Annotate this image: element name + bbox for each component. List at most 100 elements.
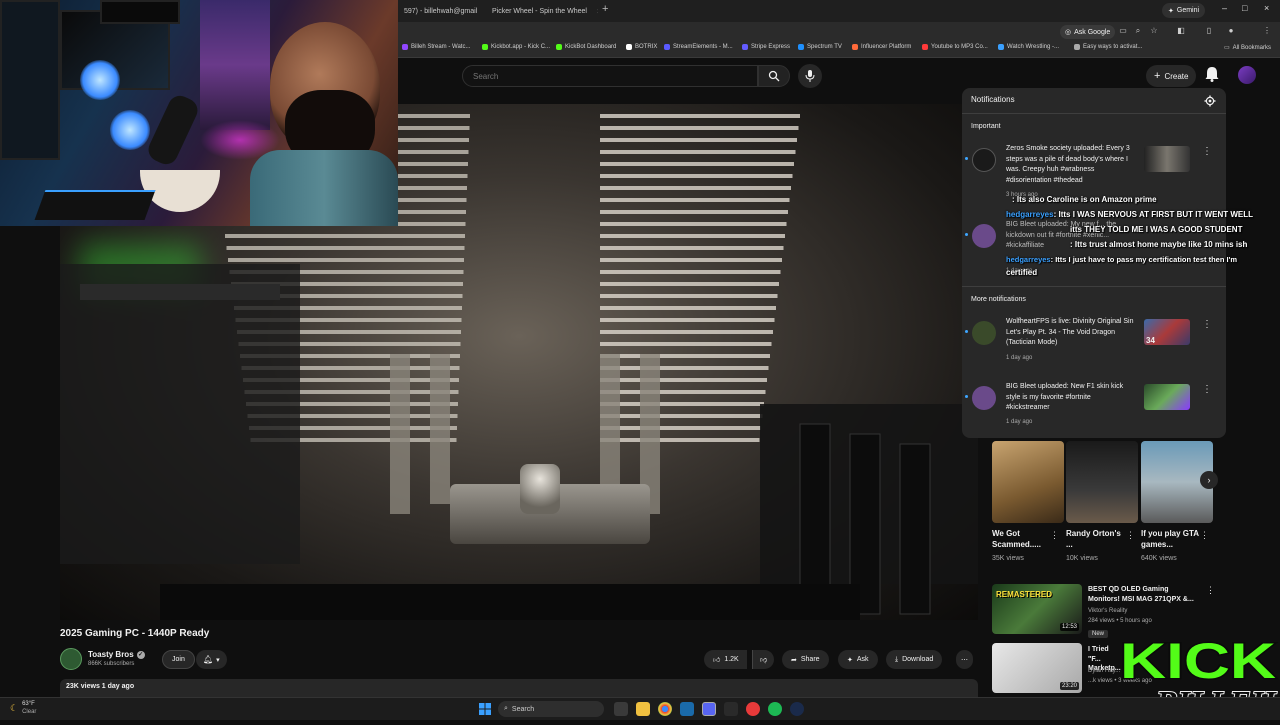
short-title[interactable]: If you play GTA games... — [1141, 528, 1201, 550]
unread-dot — [965, 157, 968, 160]
create-label: Create — [1164, 71, 1189, 81]
bookmark-favicon-icon — [1074, 44, 1080, 50]
weather-widget[interactable]: ☾ 63°F Clear — [10, 700, 36, 716]
google-lens-icon: ◎ — [1065, 29, 1072, 36]
more-vert-icon[interactable]: ⋮ — [1050, 530, 1059, 541]
bookmark-favicon-icon — [852, 44, 858, 50]
spotify-icon[interactable] — [768, 702, 782, 716]
bookmark-item[interactable]: Easy ways to activat... — [1074, 44, 1142, 50]
chrome-icon[interactable] — [658, 702, 672, 716]
heatsink-fin — [226, 246, 465, 250]
shorts-next-button[interactable]: › — [1200, 471, 1218, 489]
more-vert-icon[interactable]: ⋮ — [1200, 530, 1209, 541]
recommendation-title[interactable]: BEST QD OLED Gaming Monitors! MSI MAG 27… — [1088, 585, 1202, 604]
bookmark-favicon-icon — [556, 44, 562, 50]
file-explorer-icon[interactable] — [636, 702, 650, 716]
moon-icon: ☾ — [10, 703, 19, 713]
windows-start-icon[interactable] — [478, 702, 492, 716]
bookmark-item[interactable]: Watch Wrestling -... — [998, 44, 1059, 50]
channel-avatar[interactable] — [60, 648, 82, 670]
more-vert-icon[interactable]: ⋮ — [1206, 585, 1215, 596]
more-actions-button[interactable]: ⋯ — [956, 650, 973, 669]
recommendation-thumbnail[interactable]: REMASTERED 12:53 — [992, 584, 1082, 634]
cast-icon[interactable]: ▭ — [1118, 26, 1128, 36]
notifications-button[interactable] — [1205, 66, 1219, 87]
subscribe-bell-button[interactable]: 🔔︎ ▾ — [196, 650, 227, 669]
channel-name[interactable]: Toasty Bros ✓ — [88, 650, 145, 659]
taskbar-search[interactable]: ⌕ Search — [498, 701, 604, 717]
dislike-button[interactable]: 👎︎ — [752, 650, 775, 669]
bookmark-item[interactable]: BOTRIX — [626, 44, 657, 50]
short-thumbnail[interactable] — [1066, 441, 1138, 523]
kick-wordmark: KICK — [1120, 633, 1276, 689]
section-important: Important — [971, 123, 1001, 130]
zoom-icon[interactable]: ⌕ — [1133, 26, 1143, 36]
profile-icon[interactable]: ● — [1226, 26, 1236, 36]
unread-dot — [965, 395, 968, 398]
notification-settings-button[interactable] — [1204, 94, 1216, 112]
chrome-menu-icon[interactable]: ⋮ — [1262, 26, 1272, 36]
gear-icon — [1204, 95, 1216, 107]
search-button[interactable] — [758, 65, 790, 87]
capcut-icon[interactable] — [680, 702, 694, 716]
sidebar-icon[interactable]: ▯ — [1204, 26, 1214, 36]
create-button[interactable]: + Create — [1146, 65, 1197, 87]
notification-thumbnail: 34 — [1144, 319, 1190, 345]
short-thumbnail[interactable] — [992, 441, 1064, 523]
gemini-button[interactable]: ✦ Gemini — [1162, 3, 1206, 18]
bookmark-star-icon[interactable]: ☆ — [1149, 26, 1159, 36]
heatsink-fin — [225, 234, 465, 238]
more-vert-icon[interactable]: ⋮ — [1126, 530, 1135, 541]
video-description-box[interactable]: 23K views 1 day ago — [60, 679, 978, 697]
channel-avatar — [972, 148, 996, 172]
more-vert-icon[interactable]: ⋮ — [1202, 146, 1212, 157]
more-vert-icon[interactable]: ⋮ — [1202, 384, 1212, 395]
download-button[interactable]: ⤓ Download — [886, 650, 943, 669]
minimize-button[interactable]: – — [1222, 3, 1227, 13]
discord-icon[interactable] — [702, 702, 716, 716]
short-title[interactable]: Randy Orton's ... — [1066, 528, 1126, 550]
obs-icon[interactable] — [746, 702, 760, 716]
share-button[interactable]: ➦ Share — [782, 650, 829, 669]
short-views: 10K views — [1066, 555, 1098, 562]
task-view-icon[interactable] — [614, 702, 628, 716]
steam-icon[interactable] — [790, 702, 804, 716]
search-input[interactable] — [463, 66, 757, 87]
bookmark-item[interactable]: Kickbot.app - Kick C... — [482, 44, 550, 50]
bookmark-item[interactable]: Stripe Express — [742, 44, 790, 50]
notification-item[interactable]: WolfheartFPS is live: Divinity Original … — [962, 313, 1226, 373]
like-button[interactable]: 👍︎ 1.2K — [704, 650, 747, 669]
join-button[interactable]: Join — [162, 650, 195, 669]
maximize-button[interactable]: □ — [1242, 3, 1247, 13]
bookmark-favicon-icon — [482, 44, 488, 50]
bookmark-item[interactable]: Spectrum TV — [798, 44, 842, 50]
browser-tab-picker-wheel[interactable]: Picker Wheel - Spin the Wheel × — [482, 3, 598, 19]
short-title[interactable]: We Got Scammed..... — [992, 528, 1052, 550]
more-vert-icon[interactable]: ⋮ — [1202, 319, 1212, 330]
like-count: 1.2K — [724, 656, 739, 663]
bookmark-item[interactable]: Billeh Stream - Watc... — [402, 44, 470, 50]
ask-google-button[interactable]: ◎ Ask Google — [1060, 25, 1116, 39]
account-avatar[interactable] — [1238, 66, 1256, 84]
new-tab-button[interactable]: + — [602, 3, 608, 15]
chat-line: hedgarreyes: Itts I WAS NERVOUS AT FIRST… — [1006, 210, 1253, 219]
sparkle-icon: ✦ — [847, 656, 853, 664]
tab-close-icon[interactable]: × — [597, 7, 598, 16]
terminal-icon[interactable] — [724, 702, 738, 716]
bookmark-item[interactable]: KickBot Dashboard — [556, 44, 616, 50]
recommendation-thumbnail[interactable]: 23:20 — [992, 643, 1082, 693]
browser-tab-gmail[interactable]: 597) - billehwah@gmail × — [398, 3, 482, 19]
bookmark-item[interactable]: StreamElements - M... — [664, 44, 733, 50]
all-bookmarks-folder[interactable]: ▭ All Bookmarks — [1224, 44, 1271, 52]
ask-button[interactable]: ✦ Ask — [838, 650, 878, 669]
bell-icon — [1205, 67, 1219, 82]
notification-item[interactable]: BIG Bleet uploaded: New F1 skin kick sty… — [962, 378, 1226, 438]
extensions-icon[interactable]: ◧ — [1176, 26, 1186, 36]
notification-item[interactable]: Zeros Smoke society uploaded: Every 3 st… — [962, 140, 1226, 200]
voice-search-button[interactable] — [798, 64, 822, 88]
channel-avatar — [972, 224, 996, 248]
search-box[interactable] — [462, 65, 758, 87]
close-window-button[interactable]: × — [1264, 3, 1269, 13]
bookmark-item[interactable]: Youtube to MP3 Co... — [922, 44, 988, 50]
bookmark-item[interactable]: Influencer Platform — [852, 44, 911, 50]
